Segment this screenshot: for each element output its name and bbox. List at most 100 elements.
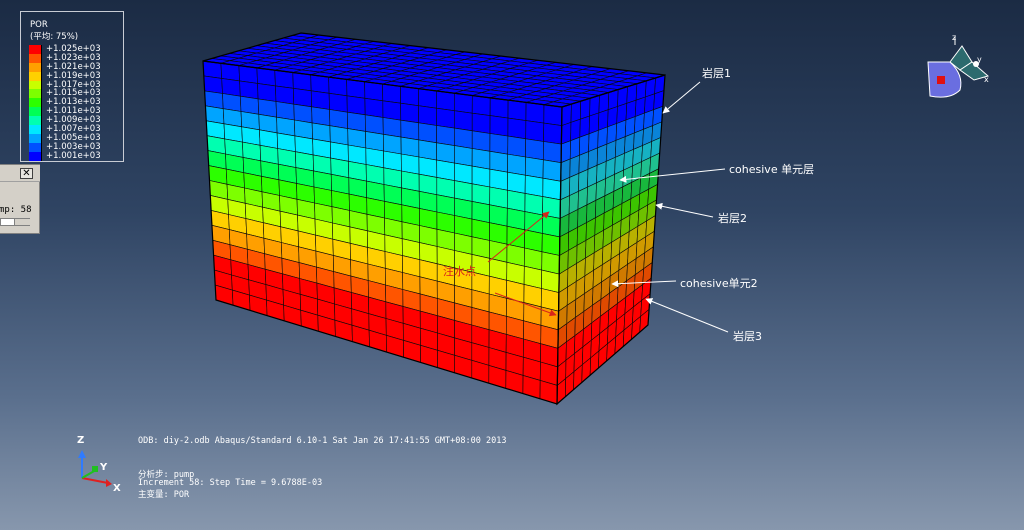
front-cell (543, 122, 563, 145)
front-cell (239, 80, 259, 100)
front-cell (400, 136, 420, 158)
front-cell (525, 138, 544, 161)
front-cell (238, 65, 258, 84)
front-cell (418, 122, 437, 144)
front-cell (507, 171, 526, 194)
front-cell (203, 75, 223, 94)
front-cell (328, 76, 348, 97)
triad-x-label: X (113, 483, 121, 494)
front-cell (364, 81, 384, 102)
legend-swatch (29, 133, 42, 143)
front-cell (525, 120, 545, 142)
front-cell (542, 141, 562, 164)
front-cell (436, 159, 455, 181)
front-cell (364, 114, 384, 135)
step-slider[interactable] (0, 218, 30, 226)
label-cohesive-layer: cohesive 单元层 (729, 163, 815, 176)
front-cell (524, 156, 544, 179)
step-label: mp: 58 (0, 205, 32, 215)
side-cell (561, 103, 572, 127)
triad-x-head (106, 479, 112, 487)
mesh-model (202, 32, 666, 406)
front-cell (541, 214, 561, 238)
front-cell (275, 85, 295, 105)
front-cell (328, 92, 348, 113)
legend-swatch (29, 62, 42, 72)
front-cell (489, 168, 508, 191)
front-cell (454, 145, 473, 167)
front-cell (310, 90, 330, 110)
legend-title: POR (30, 20, 48, 30)
legend-swatch (29, 116, 42, 126)
triad-x-axis (81, 477, 109, 484)
front-cell (310, 74, 330, 94)
label-cohesive2: cohesive单元2 (680, 277, 758, 290)
front-cell (471, 95, 491, 116)
legend-swatch (29, 142, 42, 152)
front-cell (311, 106, 331, 127)
triad-y-label: Y (100, 462, 108, 473)
front-cell (274, 69, 294, 89)
front-cell (524, 193, 544, 216)
cube-z-label: z (952, 33, 957, 42)
front-cell (471, 165, 491, 188)
label-layer3: 岩层3 (733, 330, 762, 343)
front-cell (507, 117, 527, 140)
front-cell (400, 85, 419, 107)
front-cell (329, 109, 349, 129)
legend-rows: +1.025e+03 +1.023e+03 +1.021e+03 +1.019e+03… (29, 45, 101, 161)
legend: POR (平均: 75%) +1.025e+03 +1.023e+03 +1.021… (20, 11, 124, 162)
front-cell (507, 153, 526, 176)
increment-info: Increment 58: Step Time = 9.6788E-03 (138, 478, 323, 488)
front-cell (418, 105, 437, 126)
front-cell (436, 142, 455, 164)
view-cube-icon[interactable] (927, 37, 990, 98)
close-icon[interactable]: ✕ (20, 168, 33, 179)
legend-swatch (29, 71, 42, 81)
front-cell (525, 102, 545, 124)
legend-swatch (29, 125, 42, 134)
triad-y-head (92, 466, 98, 472)
front-cell (292, 87, 312, 108)
arrow-layer1 (662, 81, 701, 114)
label-layer2: 岩层2 (718, 212, 747, 225)
legend-swatch (29, 151, 42, 161)
slider-thumb[interactable] (14, 219, 30, 225)
front-cell (506, 189, 526, 212)
front-cell (418, 139, 438, 161)
front-cell (454, 162, 473, 185)
front-cell (382, 133, 402, 155)
front-cell (382, 117, 402, 138)
front-cell (489, 133, 509, 155)
front-cell (257, 83, 277, 102)
arrow-layer3 (645, 298, 729, 333)
cube-y-label: y (977, 55, 982, 64)
triad-z-label: Z (77, 435, 85, 446)
step-dialog[interactable]: ✕ mp: 58 (0, 164, 40, 234)
odb-info: ODB: diy-2.odb Abaqus/Standard 6.10-1 Sa… (138, 436, 507, 446)
legend-swatch (29, 80, 42, 90)
cube-origin-marker (937, 76, 945, 84)
front-cell (489, 150, 509, 173)
front-cell (453, 110, 473, 132)
front-cell (542, 177, 562, 201)
front-cell (400, 102, 420, 124)
front-cell (400, 119, 420, 141)
front-cell (220, 62, 240, 82)
front-cell (436, 125, 455, 146)
front-cell (507, 99, 527, 121)
label-layer1: 岩层1 (702, 67, 731, 80)
front-cell (346, 111, 366, 132)
viewport[interactable] (0, 0, 1024, 530)
front-cell (489, 97, 509, 119)
front-cell (418, 88, 437, 109)
front-cell (507, 135, 527, 158)
front-cell (471, 130, 491, 152)
legend-swatch (29, 98, 42, 108)
variable-info: 主变量: POR (138, 490, 190, 500)
cube-x-label: x (984, 75, 989, 84)
front-cell (365, 131, 384, 152)
front-cell (256, 67, 276, 87)
front-cell (453, 92, 473, 114)
front-cell (436, 90, 455, 112)
